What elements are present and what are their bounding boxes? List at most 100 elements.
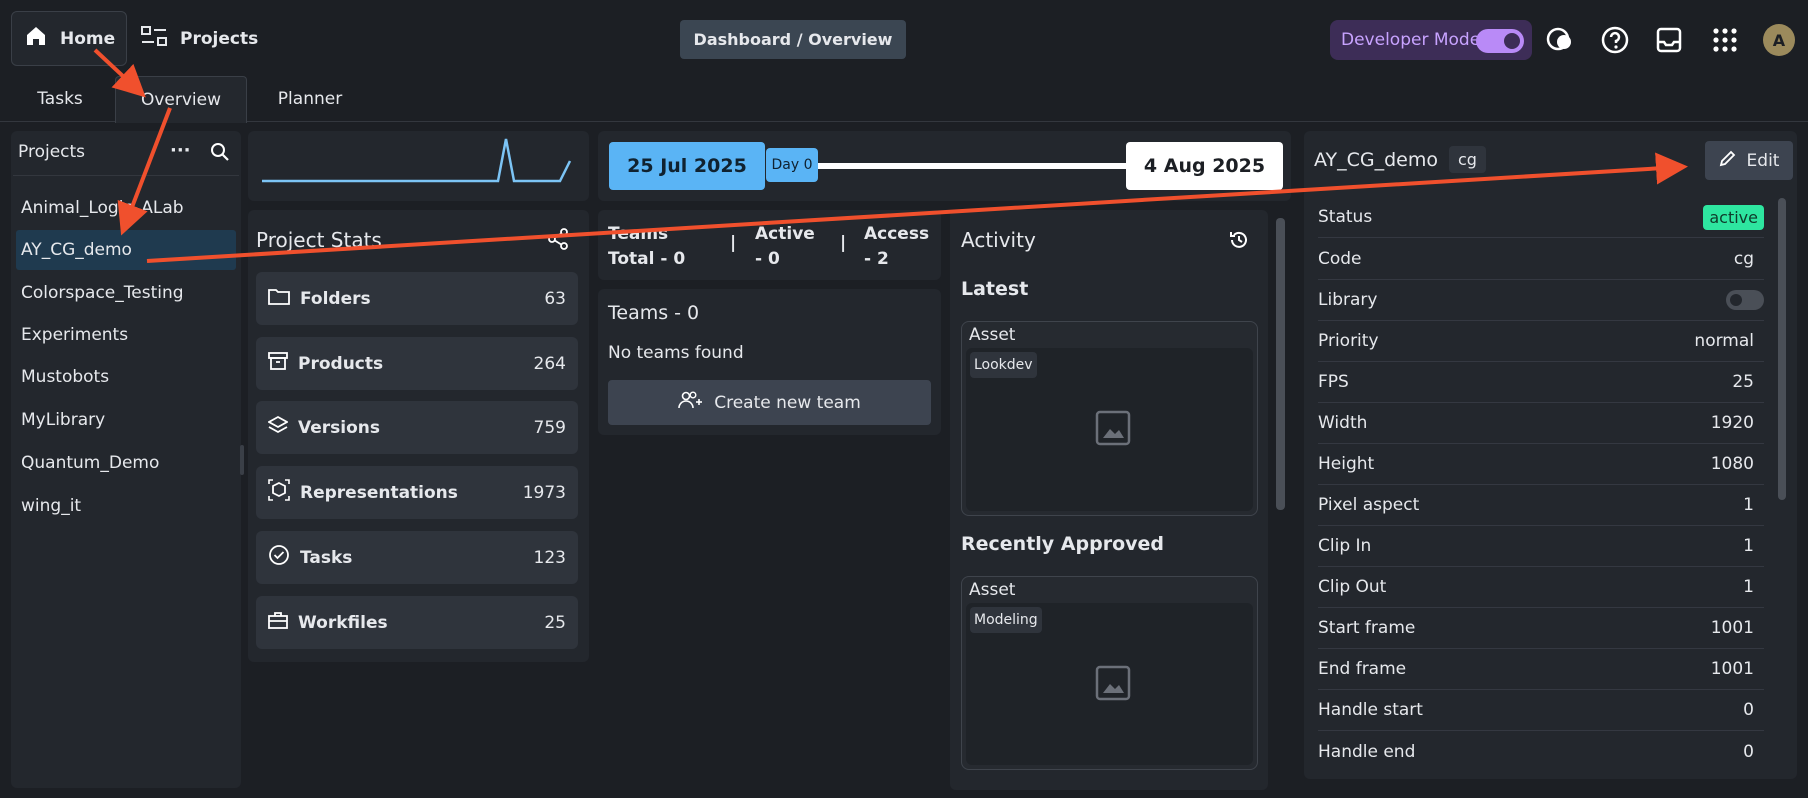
activity-sparkline (262, 138, 572, 183)
teams-empty-message: No teams found (608, 343, 744, 363)
property-row: FPS 25 (1318, 362, 1764, 403)
stat-card-folders[interactable]: Folders 63 (256, 272, 578, 325)
property-row: Height 1080 (1318, 444, 1764, 485)
property-row: End frame 1001 (1318, 649, 1764, 690)
image-placeholder-icon (1095, 665, 1131, 706)
asset-type-label: Asset (969, 325, 1016, 345)
stat-label: Representations (300, 482, 458, 503)
status-badge[interactable]: active (1703, 204, 1764, 230)
timeline-start-date[interactable]: 25 Jul 2025 (609, 142, 765, 190)
image-placeholder-icon (1095, 410, 1131, 451)
stat-card-representations[interactable]: Representations 1973 (256, 466, 578, 519)
project-item[interactable]: Animal_Logic_ALab (16, 188, 236, 228)
projects-button[interactable]: Projects (140, 11, 258, 66)
folder-icon (268, 287, 290, 310)
inbox-icon[interactable] (1651, 22, 1687, 58)
library-toggle[interactable] (1726, 290, 1764, 310)
project-item[interactable]: Quantum_Demo (16, 443, 236, 483)
stat-label: Tasks (300, 547, 353, 568)
approved-asset-card[interactable]: Asset Modeling (961, 576, 1258, 770)
developer-mode-label: Developer Mode (1341, 30, 1481, 50)
projects-panel-title: Projects (18, 142, 86, 162)
property-label: Height (1318, 454, 1375, 474)
project-name: AY_CG_demo (1314, 149, 1439, 171)
add-group-icon (678, 390, 704, 415)
latest-heading: Latest (961, 278, 1029, 300)
help-icon[interactable] (1597, 22, 1633, 58)
developer-mode-switch[interactable] (1476, 29, 1524, 53)
project-item[interactable]: wing_it (16, 486, 236, 526)
user-avatar[interactable]: A (1763, 24, 1795, 56)
developer-mode-toggle[interactable]: Developer Mode (1330, 20, 1532, 60)
property-row: Handle start 0 (1318, 690, 1764, 731)
tab-planner[interactable]: Planner (260, 76, 360, 122)
teams-access: Access - 2 (864, 224, 930, 269)
property-value: 1 (1743, 536, 1754, 556)
stat-value: 1973 (522, 482, 566, 503)
latest-asset-card[interactable]: Asset Lookdev (961, 321, 1258, 516)
property-label: Pixel aspect (1318, 495, 1420, 515)
stat-card-versions[interactable]: Versions 759 (256, 401, 578, 454)
edit-label: Edit (1746, 150, 1780, 171)
stat-card-workfiles[interactable]: Workfiles 25 (256, 596, 578, 649)
project-item-selected[interactable]: AY_CG_demo (16, 230, 236, 270)
home-label: Home (60, 28, 116, 49)
property-value: 1080 (1710, 454, 1754, 474)
teams-title: Teams - 0 (608, 302, 700, 324)
breadcrumb[interactable]: Dashboard / Overview (680, 20, 906, 59)
edit-button[interactable]: Edit (1705, 141, 1793, 180)
separator: | (840, 233, 847, 253)
property-row: Clip Out 1 (1318, 567, 1764, 608)
project-item[interactable]: Mustobots (16, 357, 236, 397)
details-scrollbar[interactable] (1778, 198, 1786, 500)
property-label: Library (1318, 290, 1378, 310)
toggle-knob (1730, 294, 1742, 306)
project-item[interactable]: Experiments (16, 315, 236, 355)
tab-tasks[interactable]: Tasks (20, 76, 100, 122)
tab-overview[interactable]: Overview (115, 76, 247, 123)
project-item[interactable]: Colorspace_Testing (16, 273, 236, 313)
home-button[interactable]: Home (11, 11, 127, 66)
property-row: Handle end 0 (1318, 731, 1764, 772)
property-label: Handle end (1318, 741, 1416, 762)
teams-active: Active - 0 (755, 224, 815, 269)
property-row-status: Status active (1318, 197, 1764, 238)
property-row: Clip In 1 (1318, 526, 1764, 567)
stat-card-tasks[interactable]: Tasks 123 (256, 531, 578, 584)
chat-icon[interactable] (1542, 22, 1578, 58)
stat-label: Versions (298, 417, 380, 438)
task-chip: Modeling (970, 607, 1042, 633)
archive-icon (268, 351, 288, 376)
asset-thumbnail: Lookdev (966, 348, 1253, 511)
project-code-badge: cg (1449, 146, 1486, 173)
create-new-team-button[interactable]: Create new team (608, 380, 931, 425)
project-item[interactable]: MyLibrary (16, 400, 236, 440)
stat-card-products[interactable]: Products 264 (256, 337, 578, 390)
property-row: Code cg (1318, 239, 1764, 280)
recently-approved-heading: Recently Approved (961, 533, 1164, 555)
property-label: Start frame (1318, 618, 1416, 638)
projects-label: Projects (180, 28, 259, 49)
property-value: 1001 (1710, 618, 1754, 638)
stat-label: Workfiles (298, 612, 388, 633)
more-options-icon[interactable]: ··· (170, 140, 191, 161)
history-icon[interactable] (1228, 229, 1250, 256)
share-icon[interactable] (547, 228, 569, 255)
resize-handle[interactable] (240, 445, 244, 475)
create-new-team-label: Create new team (714, 392, 861, 413)
search-icon[interactable] (210, 142, 230, 167)
property-value: 1 (1743, 495, 1754, 515)
stat-value: 264 (533, 353, 566, 374)
property-label: Clip In (1318, 536, 1372, 556)
check-circle-icon (268, 544, 290, 571)
divider (13, 175, 239, 176)
apps-grid-icon[interactable] (1707, 22, 1743, 58)
task-chip: Lookdev (970, 352, 1037, 378)
property-value: normal (1694, 331, 1754, 351)
asset-type-label: Asset (969, 580, 1016, 600)
timeline-end-date[interactable]: 4 Aug 2025 (1126, 142, 1283, 190)
property-label: FPS (1318, 372, 1349, 392)
activity-scrollbar[interactable] (1276, 218, 1285, 510)
stat-value: 25 (544, 612, 566, 633)
sparkline-panel (248, 131, 589, 201)
